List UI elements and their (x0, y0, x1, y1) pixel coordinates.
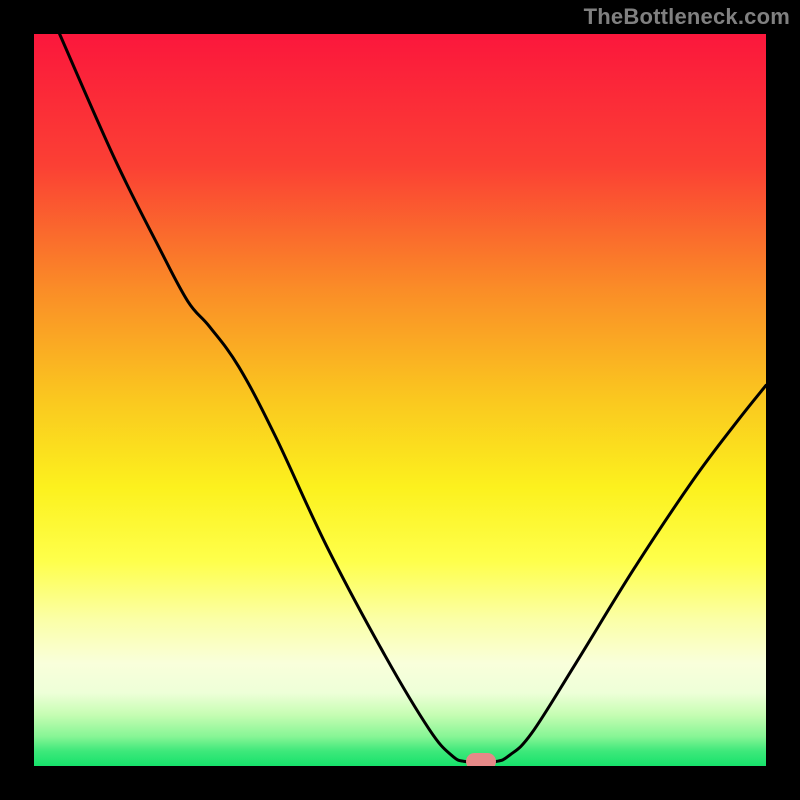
attribution-text: TheBottleneck.com (584, 4, 790, 30)
optimal-marker (466, 753, 496, 766)
chart-frame: TheBottleneck.com (0, 0, 800, 800)
plot-area (34, 34, 766, 766)
chart-svg (34, 34, 766, 766)
heatmap-background (34, 34, 766, 766)
